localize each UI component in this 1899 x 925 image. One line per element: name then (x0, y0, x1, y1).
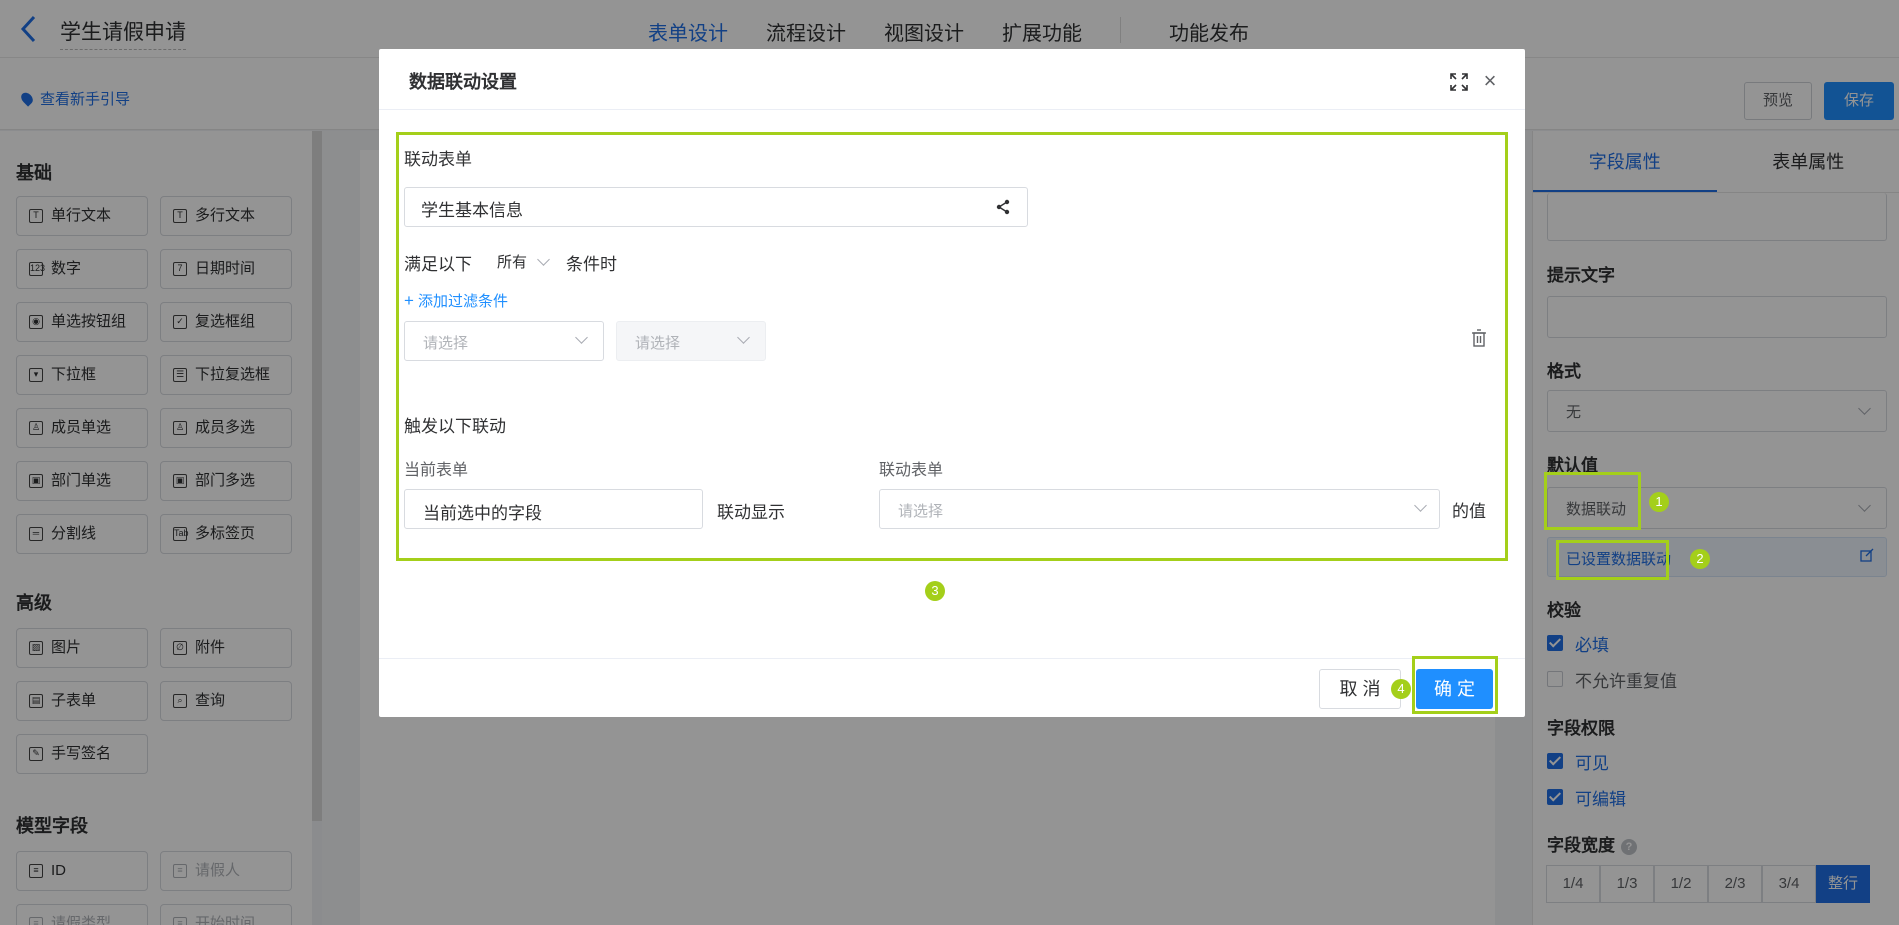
highlight-box-default-value (1544, 472, 1641, 530)
cancel-button[interactable]: 取 消 (1319, 669, 1401, 709)
dialog-header-divider (379, 109, 1525, 110)
condition-prefix: 满足以下 (404, 255, 472, 274)
current-field-value: 当前选中的字段 (423, 504, 542, 523)
dialog-footer-divider (379, 658, 1525, 659)
dialog-title: 数据联动设置 (409, 72, 517, 92)
delete-condition-icon[interactable] (1471, 329, 1487, 347)
target-field-select[interactable]: 请选择 (879, 489, 1440, 529)
filter-field-select[interactable]: 请选择 (404, 321, 604, 361)
plus-icon: + (404, 291, 414, 310)
highlight-box-linkage-set (1556, 540, 1669, 580)
filter-operator-placeholder: 请选择 (635, 335, 681, 352)
link-show-text: 联动显示 (717, 503, 785, 522)
linked-form-value: 学生基本信息 (421, 201, 523, 220)
condition-mode-value: 所有 (497, 254, 528, 271)
filter-operator-select[interactable]: 请选择 (616, 321, 766, 361)
marker-3: 3 (925, 581, 945, 601)
filter-field-placeholder: 请选择 (423, 335, 469, 352)
trigger-linkage-label: 触发以下联动 (404, 417, 506, 436)
target-field-placeholder: 请选择 (898, 503, 944, 520)
current-form-label: 当前表单 (404, 462, 469, 479)
target-form-label: 联动表单 (879, 462, 944, 479)
value-suffix: 的值 (1452, 502, 1486, 521)
marker-2: 2 (1690, 549, 1710, 569)
marker-4: 4 (1391, 679, 1411, 699)
chevron-down-icon (1414, 499, 1427, 512)
current-field-input[interactable]: 当前选中的字段 (404, 489, 703, 529)
share-icon[interactable] (995, 199, 1011, 215)
chevron-down-icon (737, 331, 750, 344)
add-filter-label: 添加过滤条件 (417, 293, 508, 310)
chevron-down-icon (575, 331, 588, 344)
fullscreen-icon[interactable] (1450, 73, 1468, 91)
marker-1: 1 (1649, 492, 1669, 512)
confirm-button[interactable]: 确 定 (1416, 669, 1493, 709)
condition-mode-select[interactable]: 所有 (497, 251, 557, 273)
linked-form-label: 联动表单 (404, 150, 472, 169)
add-filter-button[interactable]: + 添加过滤条件 (404, 290, 508, 311)
linked-form-input[interactable]: 学生基本信息 (404, 187, 1028, 227)
chevron-down-icon (537, 253, 550, 266)
condition-suffix: 条件时 (566, 255, 617, 274)
close-icon[interactable]: × (1481, 70, 1499, 92)
data-linkage-dialog: 数据联动设置 × 3 联动表单 学生基本信息 满足以下 所有 条件时 + 添加过滤… (379, 49, 1525, 717)
